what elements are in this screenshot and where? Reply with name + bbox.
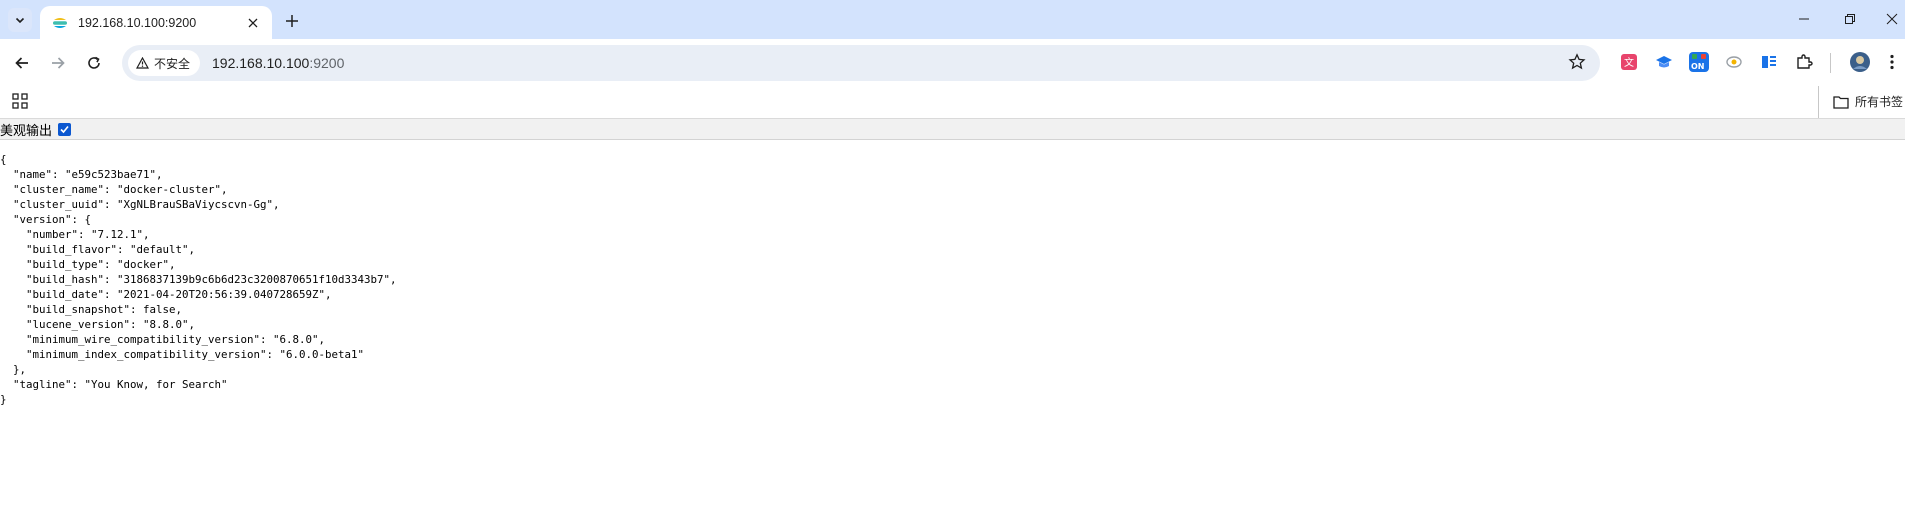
extension-on-button[interactable]: ON xyxy=(1688,51,1710,73)
json-line: "name": "e59c523bae71", xyxy=(0,168,163,181)
chevron-down-icon xyxy=(15,17,25,24)
translate-extension-icon: 文 xyxy=(1621,54,1637,70)
url-text[interactable]: 192.168.10.100:9200 xyxy=(212,55,344,71)
new-tab-button[interactable] xyxy=(280,9,304,33)
tab-title: 192.168.10.100:9200 xyxy=(78,15,197,30)
extensions-menu-button[interactable] xyxy=(1793,51,1815,73)
reload-button[interactable] xyxy=(80,49,108,77)
json-line: "build_hash": "3186837139b9c6b6d23c32008… xyxy=(0,273,397,286)
url-host: 192.168.10.100 xyxy=(212,55,310,71)
tab-strip: 192.168.10.100:9200 xyxy=(0,0,1905,39)
restore-icon xyxy=(1845,14,1855,24)
json-line: "build_date": "2021-04-20T20:56:39.04072… xyxy=(0,288,332,301)
json-line: "minimum_index_compatibility_version": "… xyxy=(0,348,365,361)
json-response-body: { "name": "e59c523bae71", "cluster_name"… xyxy=(0,152,397,407)
apps-grid-icon[interactable] xyxy=(10,91,30,111)
folder-icon xyxy=(1833,95,1849,109)
json-line: { xyxy=(0,153,7,166)
tab-search-button[interactable] xyxy=(8,8,32,32)
warning-icon xyxy=(136,57,149,69)
json-line: "cluster_name": "docker-cluster", xyxy=(0,183,228,196)
pretty-print-bar: 美观输出 xyxy=(0,118,1905,140)
json-line: "minimum_wire_compatibility_version": "6… xyxy=(0,333,326,346)
json-line: "cluster_uuid": "XgNLBrauSBaViycscvn-Gg"… xyxy=(0,198,280,211)
bookmarks-divider xyxy=(1818,86,1819,118)
arrow-right-icon xyxy=(52,57,65,69)
site-security-chip[interactable]: 不安全 xyxy=(128,50,201,76)
address-bar[interactable]: 不安全 192.168.10.100:9200 xyxy=(122,45,1600,81)
plus-icon xyxy=(286,15,298,27)
restore-button[interactable] xyxy=(1832,5,1868,33)
toolbar-divider xyxy=(1830,53,1831,73)
svg-text:ON: ON xyxy=(1691,62,1705,71)
tab-active[interactable]: 192.168.10.100:9200 xyxy=(40,6,272,39)
close-icon xyxy=(248,18,258,27)
minimize-icon xyxy=(1799,18,1809,20)
json-line: } xyxy=(0,393,7,406)
elasticsearch-icon xyxy=(52,15,68,30)
json-line: "version": { xyxy=(0,213,92,226)
all-bookmarks-label: 所有书签 xyxy=(1855,95,1904,109)
forward-button[interactable] xyxy=(44,49,72,77)
back-button[interactable] xyxy=(8,49,36,77)
bookmarks-bar: 所有书签 xyxy=(0,86,1905,118)
tab-close-button[interactable] xyxy=(244,14,262,32)
reader-extension-icon xyxy=(1762,56,1776,68)
more-vertical-icon xyxy=(1890,54,1894,70)
close-window-icon xyxy=(1886,13,1897,25)
avatar xyxy=(1850,52,1870,72)
extension-chat-button[interactable] xyxy=(1723,51,1745,73)
svg-text:文: 文 xyxy=(1624,56,1634,69)
checkmark-icon xyxy=(60,125,69,133)
all-bookmarks-button[interactable]: 所有书签 xyxy=(1833,93,1903,110)
json-line: "build_type": "docker", xyxy=(0,258,176,271)
graduation-cap-icon xyxy=(1656,56,1672,68)
arrow-left-icon xyxy=(15,57,28,69)
browser-toolbar: 不安全 192.168.10.100:9200 文 ON xyxy=(0,39,1905,86)
profile-avatar-button[interactable] xyxy=(1849,51,1871,73)
puzzle-icon xyxy=(1797,54,1813,69)
extension-scholar-button[interactable] xyxy=(1653,51,1675,73)
json-line: "lucene_version": "8.8.0", xyxy=(0,318,196,331)
json-line: "number": "7.12.1", xyxy=(0,228,150,241)
pretty-print-label: 美观输出 xyxy=(0,122,53,138)
browser-menu-button[interactable] xyxy=(1884,51,1900,73)
on-extension-icon: ON xyxy=(1689,52,1709,72)
chat-extension-icon xyxy=(1726,56,1742,68)
url-port: :9200 xyxy=(309,55,345,71)
security-label: 不安全 xyxy=(154,56,191,71)
extension-translate-button[interactable]: 文 xyxy=(1618,51,1640,73)
json-line: }, xyxy=(0,363,27,376)
reload-icon xyxy=(88,56,100,69)
json-line: "build_flavor": "default", xyxy=(0,243,196,256)
pretty-print-checkbox[interactable] xyxy=(58,122,72,136)
json-line: "tagline": "You Know, for Search" xyxy=(0,378,228,391)
close-window-button[interactable] xyxy=(1878,5,1905,33)
minimize-button[interactable] xyxy=(1786,5,1822,33)
json-line: "build_snapshot": false, xyxy=(0,303,183,316)
extension-reader-button[interactable] xyxy=(1758,51,1780,73)
star-icon[interactable] xyxy=(1568,53,1586,71)
